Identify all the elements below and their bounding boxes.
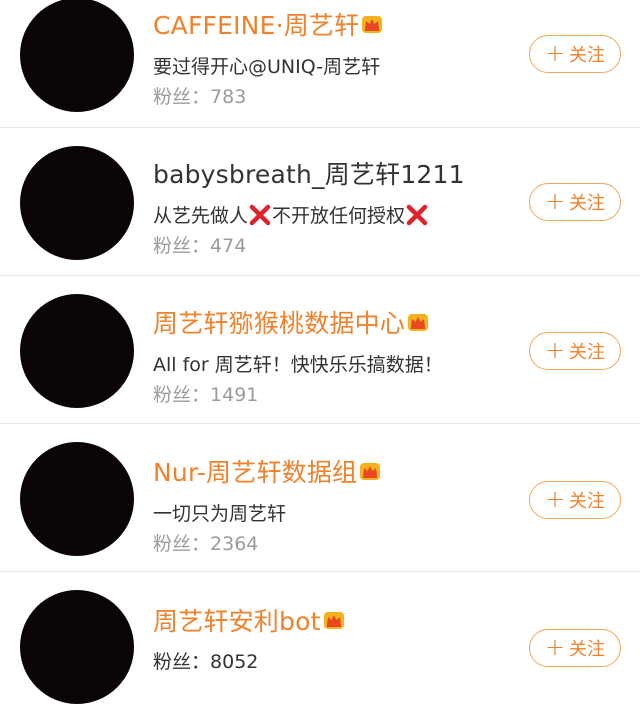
user-bio: 从艺先做人 不开放任何授权 bbox=[153, 201, 429, 228]
fans-label: 粉丝： bbox=[153, 533, 211, 555]
user-name-line: 周艺轩安利bot bbox=[153, 603, 345, 637]
follow-label: 关注 bbox=[569, 193, 606, 214]
bio-part: 从艺先做人 bbox=[153, 205, 249, 227]
user-row[interactable]: 周艺轩猕猴桃数据中心 All for 周艺轩！快快乐乐搞数据！ 粉丝：1491 … bbox=[0, 276, 640, 424]
user-row[interactable]: CAFFEINE·周艺轩 要过得开心@UNIQ-周艺轩 粉丝：783 + 关注 bbox=[0, 0, 640, 128]
user-bio: 要过得开心@UNIQ-周艺轩 bbox=[153, 56, 381, 78]
follow-button[interactable]: + 关注 bbox=[529, 629, 621, 667]
avatar[interactable] bbox=[20, 590, 134, 704]
plus-icon: + bbox=[544, 39, 566, 67]
user-name-line: Nur-周艺轩数据组 bbox=[153, 454, 381, 488]
user-row[interactable]: babysbreath_周艺轩1211 从艺先做人 不开放任何授权 粉丝：474… bbox=[0, 128, 640, 276]
fans-count-line: 粉丝：474 bbox=[153, 231, 246, 258]
fans-count: 783 bbox=[210, 86, 247, 108]
fans-count: 474 bbox=[210, 235, 247, 257]
follow-label: 关注 bbox=[569, 342, 606, 363]
fans-count-line: 粉丝：1491 bbox=[153, 380, 258, 407]
red-cross-icon bbox=[249, 204, 271, 225]
vip-crown-icon bbox=[323, 612, 344, 629]
follow-label: 关注 bbox=[569, 491, 606, 512]
plus-icon: + bbox=[544, 485, 566, 513]
follow-label: 关注 bbox=[569, 639, 606, 660]
fans-count: 8052 bbox=[210, 651, 259, 673]
fans-count-line: 粉丝：783 bbox=[153, 82, 246, 109]
fans-count-line: 粉丝：8052 bbox=[153, 647, 258, 674]
fans-count-line: 粉丝：2364 bbox=[153, 529, 258, 556]
user-name[interactable]: 周艺轩猕猴桃数据中心 bbox=[153, 304, 405, 340]
avatar[interactable] bbox=[20, 294, 134, 408]
vip-crown-icon bbox=[360, 463, 381, 480]
fans-label: 粉丝： bbox=[153, 384, 211, 406]
fans-label: 粉丝： bbox=[153, 235, 211, 257]
fans-count: 2364 bbox=[210, 533, 259, 555]
user-bio: 一切只为周艺轩 bbox=[153, 503, 287, 525]
bio-part: 不开放任何授权 bbox=[272, 205, 406, 227]
vip-crown-icon bbox=[408, 314, 429, 331]
avatar[interactable] bbox=[20, 442, 134, 556]
user-name[interactable]: Nur-周艺轩数据组 bbox=[153, 453, 357, 489]
vip-crown-icon bbox=[362, 16, 383, 33]
user-name[interactable]: 周艺轩安利bot bbox=[153, 602, 321, 638]
avatar[interactable] bbox=[20, 0, 134, 112]
fans-label: 粉丝： bbox=[153, 651, 211, 673]
follow-button[interactable]: + 关注 bbox=[529, 35, 621, 73]
red-cross-icon bbox=[406, 204, 428, 225]
user-list: CAFFEINE·周艺轩 要过得开心@UNIQ-周艺轩 粉丝：783 + 关注 … bbox=[0, 0, 640, 717]
follow-button[interactable]: + 关注 bbox=[529, 481, 621, 519]
fans-label: 粉丝： bbox=[153, 86, 211, 108]
user-row[interactable]: Nur-周艺轩数据组 一切只为周艺轩 粉丝：2364 + 关注 bbox=[0, 424, 640, 572]
fans-count: 1491 bbox=[210, 384, 259, 406]
follow-label: 关注 bbox=[569, 45, 606, 66]
user-name[interactable]: CAFFEINE·周艺轩 bbox=[153, 6, 359, 42]
plus-icon: + bbox=[544, 187, 566, 215]
user-name-line: babysbreath_周艺轩1211 bbox=[153, 156, 465, 190]
user-row[interactable]: 周艺轩安利bot 粉丝：8052 + 关注 bbox=[0, 572, 640, 717]
plus-icon: + bbox=[544, 633, 566, 661]
plus-icon: + bbox=[544, 336, 566, 364]
user-bio: All for 周艺轩！快快乐乐搞数据！ bbox=[153, 354, 443, 376]
user-name-line: 周艺轩猕猴桃数据中心 bbox=[153, 305, 429, 339]
user-name-line: CAFFEINE·周艺轩 bbox=[153, 7, 383, 41]
follow-button[interactable]: + 关注 bbox=[529, 183, 621, 221]
avatar[interactable] bbox=[20, 146, 134, 260]
user-name[interactable]: babysbreath_周艺轩1211 bbox=[153, 155, 465, 191]
follow-button[interactable]: + 关注 bbox=[529, 332, 621, 370]
